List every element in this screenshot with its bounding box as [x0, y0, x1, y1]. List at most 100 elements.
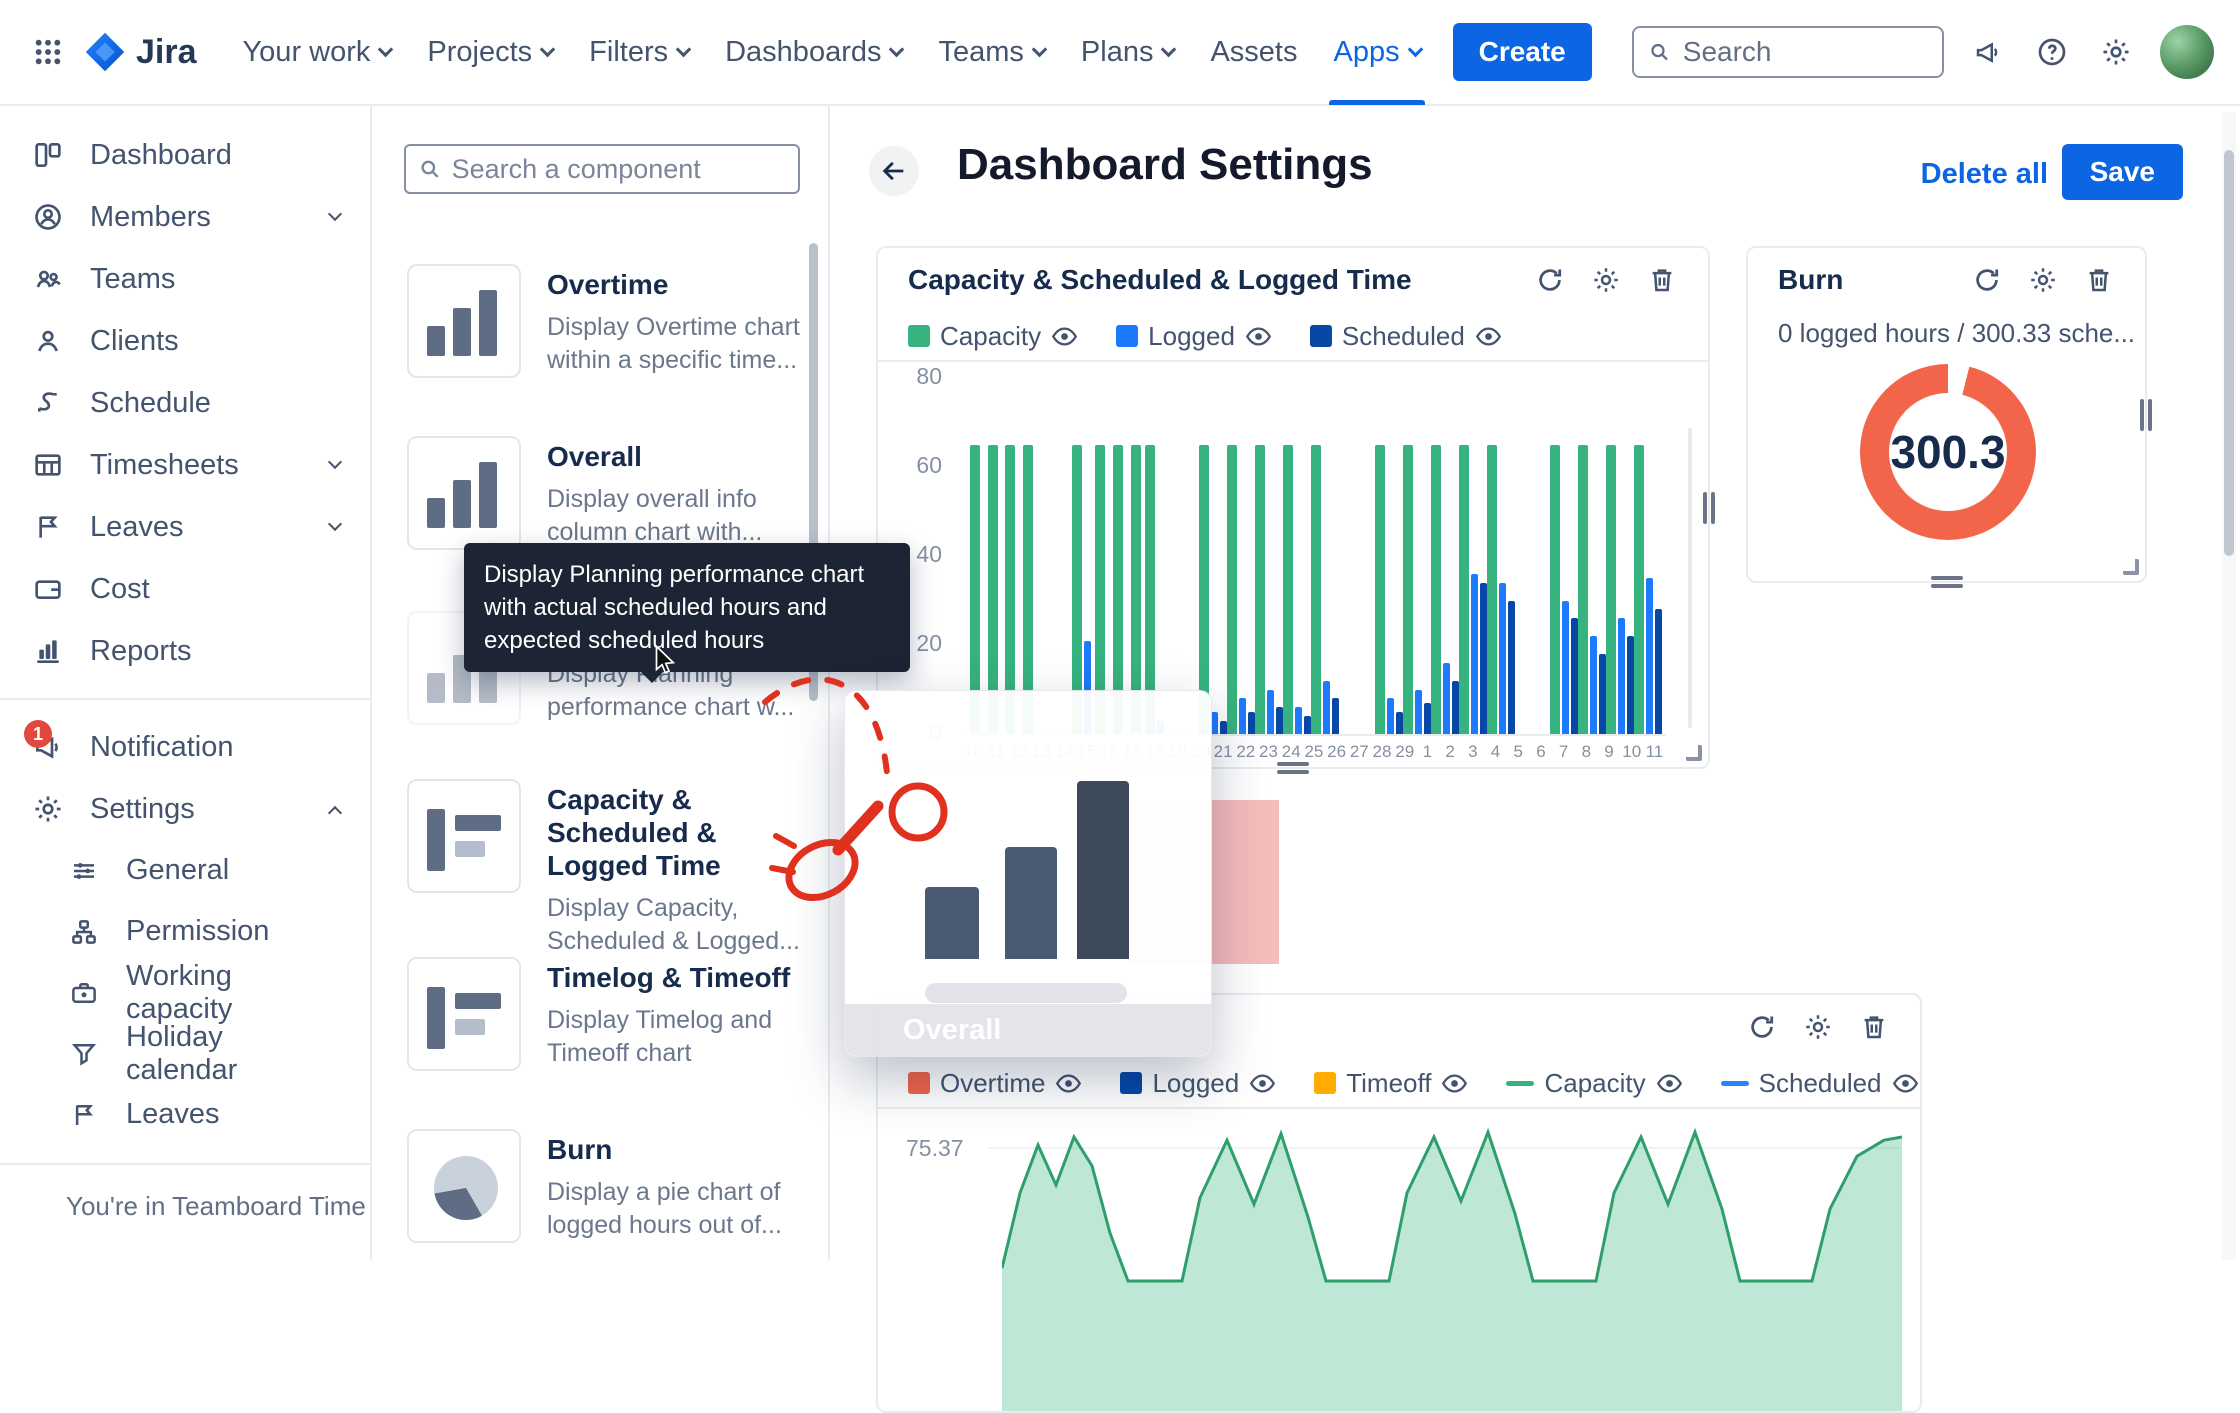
page-scrollbar[interactable] — [2224, 150, 2234, 556]
sidebar-item-permission[interactable]: Permission — [0, 901, 370, 962]
trash-icon[interactable] — [2083, 264, 2115, 296]
back-button[interactable] — [869, 146, 919, 196]
gear-icon[interactable] — [1802, 1011, 1834, 1043]
resize-handle-corner[interactable] — [2123, 559, 2139, 575]
app-switcher-icon[interactable] — [26, 30, 70, 74]
component-item-timelog[interactable]: Timelog & Timeoff Display Timelog and Ti… — [407, 957, 809, 1071]
create-button[interactable]: Create — [1453, 23, 1592, 81]
sidebar-footer-note: You're in Teamboard Time — [0, 1163, 370, 1222]
resize-handle-east[interactable] — [2140, 399, 2152, 431]
component-search[interactable] — [404, 144, 800, 194]
trash-icon[interactable] — [1858, 1011, 1890, 1043]
schedule-icon — [30, 385, 66, 421]
announcement-icon[interactable] — [1968, 32, 2008, 72]
sidebar-item-general[interactable]: General — [0, 840, 370, 901]
component-desc: Display Timelog and Timeoff chart — [547, 1004, 809, 1070]
nav-item-projects[interactable]: Projects — [409, 0, 571, 105]
eye-icon[interactable] — [1656, 1070, 1683, 1097]
refresh-icon[interactable] — [1971, 264, 2003, 296]
component-desc: Display a pie chart of logged hours out … — [547, 1176, 809, 1242]
overall-thumbnail-icon — [407, 436, 521, 550]
nav-item-plans[interactable]: Plans — [1063, 0, 1193, 105]
sidebar-item-holiday-calendar[interactable]: Holiday calendar — [0, 1023, 370, 1084]
eye-icon[interactable] — [1892, 1070, 1919, 1097]
component-item-overtime[interactable]: Overtime Display Overtime chart within a… — [407, 264, 809, 378]
gear-icon[interactable] — [2027, 264, 2059, 296]
sidebar-item-leaves[interactable]: Leaves — [0, 496, 370, 558]
component-title: Burn — [547, 1133, 809, 1166]
eye-icon[interactable] — [1245, 323, 1272, 350]
preview-bar — [1005, 847, 1057, 959]
gear-icon[interactable] — [1590, 264, 1622, 296]
refresh-icon[interactable] — [1746, 1011, 1778, 1043]
nav-item-filters[interactable]: Filters — [571, 0, 707, 105]
nav-item-apps[interactable]: Apps — [1315, 0, 1438, 105]
jira-logo[interactable]: Jira — [84, 31, 197, 73]
eye-icon[interactable] — [1055, 1070, 1082, 1097]
bar-group — [1532, 380, 1550, 734]
sidebar-item-settings[interactable]: Settings — [0, 778, 370, 840]
delete-all-link[interactable]: Delete all — [1921, 158, 2048, 191]
sidebar-item-teams[interactable]: Teams — [0, 248, 370, 310]
sidebar-item-label: Permission — [126, 915, 269, 948]
users-icon — [30, 261, 66, 297]
refresh-icon[interactable] — [1534, 264, 1566, 296]
gear-icon[interactable] — [2096, 32, 2136, 72]
save-button[interactable]: Save — [2062, 144, 2183, 200]
main-content: Dashboard Settings Delete all Save Capac… — [830, 106, 2240, 1260]
eye-icon[interactable] — [1475, 323, 1502, 350]
nav-item-dashboards[interactable]: Dashboards — [707, 0, 920, 105]
sidebar-item-notification[interactable]: 1 Notification — [0, 716, 370, 778]
sidebar-item-label: Schedule — [90, 387, 211, 420]
component-item-overall[interactable]: Overall Display overall info column char… — [407, 436, 809, 550]
widget-scrollbar[interactable] — [1688, 428, 1692, 728]
sidebar-item-leaves-settings[interactable]: Leaves — [0, 1084, 370, 1145]
brand-name: Jira — [136, 33, 197, 72]
sidebar-item-members[interactable]: Members — [0, 186, 370, 248]
eye-icon[interactable] — [1441, 1070, 1468, 1097]
nav-item-teams[interactable]: Teams — [920, 0, 1062, 105]
widget-title: Burn — [1778, 264, 1971, 296]
bar-group — [1127, 380, 1145, 734]
bar-group — [1001, 380, 1019, 734]
arrow-left-icon — [880, 157, 908, 185]
global-search[interactable] — [1632, 26, 1944, 78]
user-avatar[interactable] — [2160, 25, 2214, 79]
resize-handle-east[interactable] — [1703, 492, 1715, 524]
sidebar-item-clients[interactable]: Clients — [0, 310, 370, 372]
search-icon — [1648, 39, 1671, 65]
component-item-burn[interactable]: Burn Display a pie chart of logged hours… — [407, 1129, 809, 1243]
eye-icon[interactable] — [1249, 1070, 1276, 1097]
nav-item-assets[interactable]: Assets — [1192, 0, 1315, 105]
chevron-down-icon — [676, 41, 692, 57]
sidebar-item-working-capacity[interactable]: Working capacity — [0, 962, 370, 1023]
sidebar-item-timesheets[interactable]: Timesheets — [0, 434, 370, 496]
dragged-component-overall[interactable]: Overall — [844, 690, 1212, 1057]
sidebar-item-label: Teams — [90, 263, 175, 296]
search-icon — [418, 156, 442, 182]
burn-thumbnail-icon — [407, 1129, 521, 1243]
bar-group — [1227, 380, 1255, 734]
page-title: Dashboard Settings — [957, 140, 1373, 190]
resize-handle-south[interactable] — [1277, 762, 1309, 774]
chevron-down-icon — [328, 517, 342, 531]
eye-icon[interactable] — [1051, 323, 1078, 350]
resize-handle-south[interactable] — [1931, 576, 1963, 588]
component-item-capacity[interactable]: Capacity & Scheduled & Logged Time Displ… — [407, 779, 809, 958]
bar-group — [1164, 380, 1182, 734]
help-icon[interactable] — [2032, 32, 2072, 72]
sidebar-item-reports[interactable]: Reports — [0, 620, 370, 682]
nav-item-your-work[interactable]: Your work — [225, 0, 410, 105]
bar-group — [1055, 380, 1073, 734]
sidebar-item-dashboard[interactable]: Dashboard — [0, 124, 370, 186]
sidebar-item-cost[interactable]: Cost — [0, 558, 370, 620]
trash-icon[interactable] — [1646, 264, 1678, 296]
sidebar-item-label: Members — [90, 201, 211, 234]
sidebar-item-schedule[interactable]: Schedule — [0, 372, 370, 434]
resize-handle-corner[interactable] — [1686, 745, 1702, 761]
component-search-input[interactable] — [452, 154, 786, 185]
bar-group — [1357, 380, 1375, 734]
component-title: Overall — [547, 440, 809, 473]
global-search-input[interactable] — [1683, 36, 1928, 68]
preview-skeleton — [925, 983, 1127, 1003]
